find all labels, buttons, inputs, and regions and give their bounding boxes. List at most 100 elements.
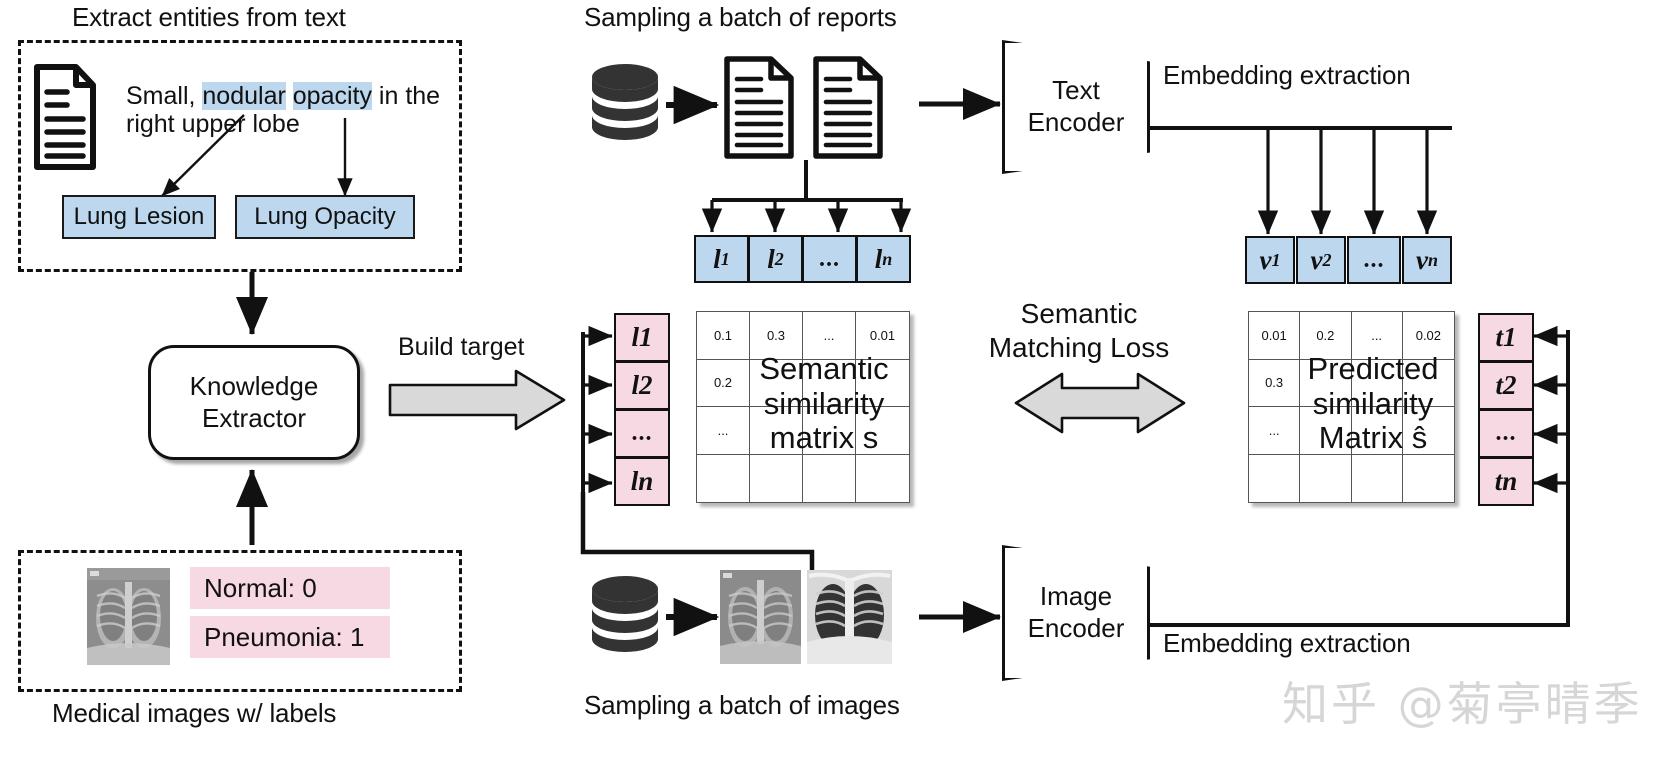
report-label-base-4: l [874, 243, 883, 274]
figure-canvas: Extract entities from text Small, nodula… [0, 0, 1665, 773]
text-embedding-extraction-label: Embedding extraction [1163, 60, 1411, 90]
report-label-cell-2: l2 [748, 235, 803, 283]
semantic-matching-loss-arrow [1014, 372, 1186, 434]
t-base-2: t [1495, 370, 1503, 400]
sampling-images-title: Sampling a batch of images [584, 690, 900, 720]
watermark: 知乎 @菊亭晴季 [1282, 677, 1643, 731]
build-target-arrow [388, 369, 566, 431]
sem-cell-r1c4: 0.01 [856, 312, 909, 360]
pred-cell-r1c4: 0.02 [1402, 312, 1454, 360]
sem-cell-r1c1: 0.1 [697, 312, 750, 360]
sem-cell-r3c4 [856, 407, 909, 455]
database-icon-images [590, 575, 660, 659]
report-label-cell-1: l1 [694, 235, 749, 283]
entity-box-lung-lesion[interactable]: Lung Lesion [62, 195, 216, 239]
target-l-sub-4: n [638, 466, 654, 496]
sem-cell-r2c1: 0.2 [697, 359, 750, 407]
sem-cell-r2c3 [803, 359, 856, 407]
sem-cell-r4c4 [856, 455, 909, 503]
v-sub-2: 2 [1322, 249, 1332, 270]
sample-xray-1 [720, 570, 801, 664]
sem-cell-r4c1 [697, 454, 750, 502]
loss-line2: Matching Loss [988, 331, 1170, 363]
t-sub-1: 1 [1503, 322, 1517, 352]
loss-line1: Semantic [1020, 298, 1138, 329]
text-encoder-line2: Encoder [1027, 107, 1125, 137]
pred-cell-r1c3: ... [1351, 312, 1403, 360]
report-label-sub-2: 2 [774, 248, 784, 269]
image-encoder-label: Image Encoder [1028, 581, 1125, 644]
t-sub-2: 2 [1503, 370, 1517, 400]
t-base-1: t [1495, 322, 1503, 352]
sem-cell-r1c3: ... [803, 312, 856, 360]
target-label-cell-3: ... [614, 409, 670, 458]
sentence-word-highlight-opacity: opacity [292, 82, 372, 110]
v-base-2: v [1310, 244, 1323, 275]
medical-xray-thumbnail [87, 568, 170, 665]
sem-cell-r3c1: ... [697, 407, 750, 455]
target-label-cell-2: l2 [614, 361, 670, 410]
pred-cell-r1c1: 0.01 [1249, 312, 1301, 360]
target-l-sub-2: 2 [639, 370, 653, 400]
sem-cell-r2c2 [750, 359, 803, 407]
report-sentence: Small, nodular opacity in the right uppe… [126, 82, 466, 138]
t-base-4: t [1494, 466, 1503, 496]
report-label-cell-3: ... [802, 235, 857, 283]
semantic-matching-loss-label: Semantic Matching Loss [984, 297, 1174, 364]
report-label-cell-4: ln [856, 235, 911, 283]
knowledge-extractor-box[interactable]: Knowledge Extractor [148, 345, 360, 460]
predicted-similarity-matrix: 0.01 0.2 ... 0.02 0.3 ... [1248, 311, 1455, 503]
report-label-base-2: l [767, 243, 775, 274]
image-embedding-cell-3: ... [1347, 236, 1401, 284]
target-l-sub-1: 1 [639, 322, 653, 352]
medical-label-normal: Normal: 0 [190, 567, 390, 609]
database-icon-reports [590, 63, 660, 147]
entity-box-lung-opacity[interactable]: Lung Opacity [235, 195, 415, 239]
sem-cell-r4c3 [803, 454, 856, 502]
build-target-label: Build target [398, 333, 525, 361]
image-embedding-cell-2: v2 [1296, 236, 1346, 284]
sem-cell-r3c2 [750, 407, 803, 455]
pred-cell-r3c4 [1402, 407, 1454, 455]
semantic-similarity-matrix: 0.1 0.3 ... 0.01 0.2 ... [696, 311, 910, 503]
text-encoder-label: Text Encoder [1028, 75, 1125, 138]
report-document-icon-1 [723, 55, 795, 160]
medical-label-pneumonia: Pneumonia: 1 [190, 616, 390, 658]
v-base-1: v [1259, 244, 1272, 275]
v-sub-4: n [1427, 249, 1438, 270]
v-sub-1: 1 [1271, 249, 1281, 270]
sem-cell-r3c3 [803, 407, 856, 455]
pred-cell-r3c1: ... [1249, 407, 1301, 455]
pred-cell-r4c3 [1352, 454, 1403, 502]
image-embedding-cell-4: vn [1402, 236, 1452, 284]
sem-cell-r1c2: 0.3 [750, 312, 803, 360]
text-encoder-box[interactable]: Text Encoder [1002, 40, 1150, 174]
pred-cell-r4c1 [1249, 454, 1301, 502]
extract-entities-title: Extract entities from text [72, 2, 346, 32]
target-l-base-1: l [631, 322, 639, 352]
pred-cell-r2c2 [1300, 359, 1352, 407]
target-label-cell-1: l1 [614, 313, 670, 362]
pred-cell-r3c2 [1300, 407, 1352, 455]
sentence-space [286, 82, 293, 110]
v-base-4: v [1416, 244, 1428, 275]
pred-cell-r2c4 [1402, 360, 1454, 407]
pred-cell-r1c2: 0.2 [1300, 312, 1352, 360]
report-label-sub-1: 1 [720, 248, 730, 269]
sem-cell-r2c4 [856, 360, 909, 407]
sentence-word-highlight-nodular: nodular [202, 82, 286, 110]
text-embedding-cell-4: tn [1478, 457, 1534, 506]
pred-cell-r4c4 [1403, 455, 1454, 503]
image-encoder-line1: Image [1039, 581, 1113, 612]
image-encoder-line2: Encoder [1027, 613, 1125, 643]
pred-cell-r2c1: 0.3 [1249, 359, 1301, 407]
report-document-icon-2 [812, 55, 884, 160]
sample-xray-2 [807, 570, 892, 664]
sentence-word-plain-2: in the [371, 82, 441, 110]
text-embedding-cell-3: ... [1478, 409, 1534, 458]
sentence-word-plain-1: Small, [126, 82, 203, 110]
image-encoder-box[interactable]: Image Encoder [1002, 545, 1150, 681]
t-sub-4: n [1502, 466, 1518, 496]
text-embedding-cell-2: t2 [1478, 361, 1534, 410]
pred-cell-r3c3 [1351, 407, 1403, 455]
